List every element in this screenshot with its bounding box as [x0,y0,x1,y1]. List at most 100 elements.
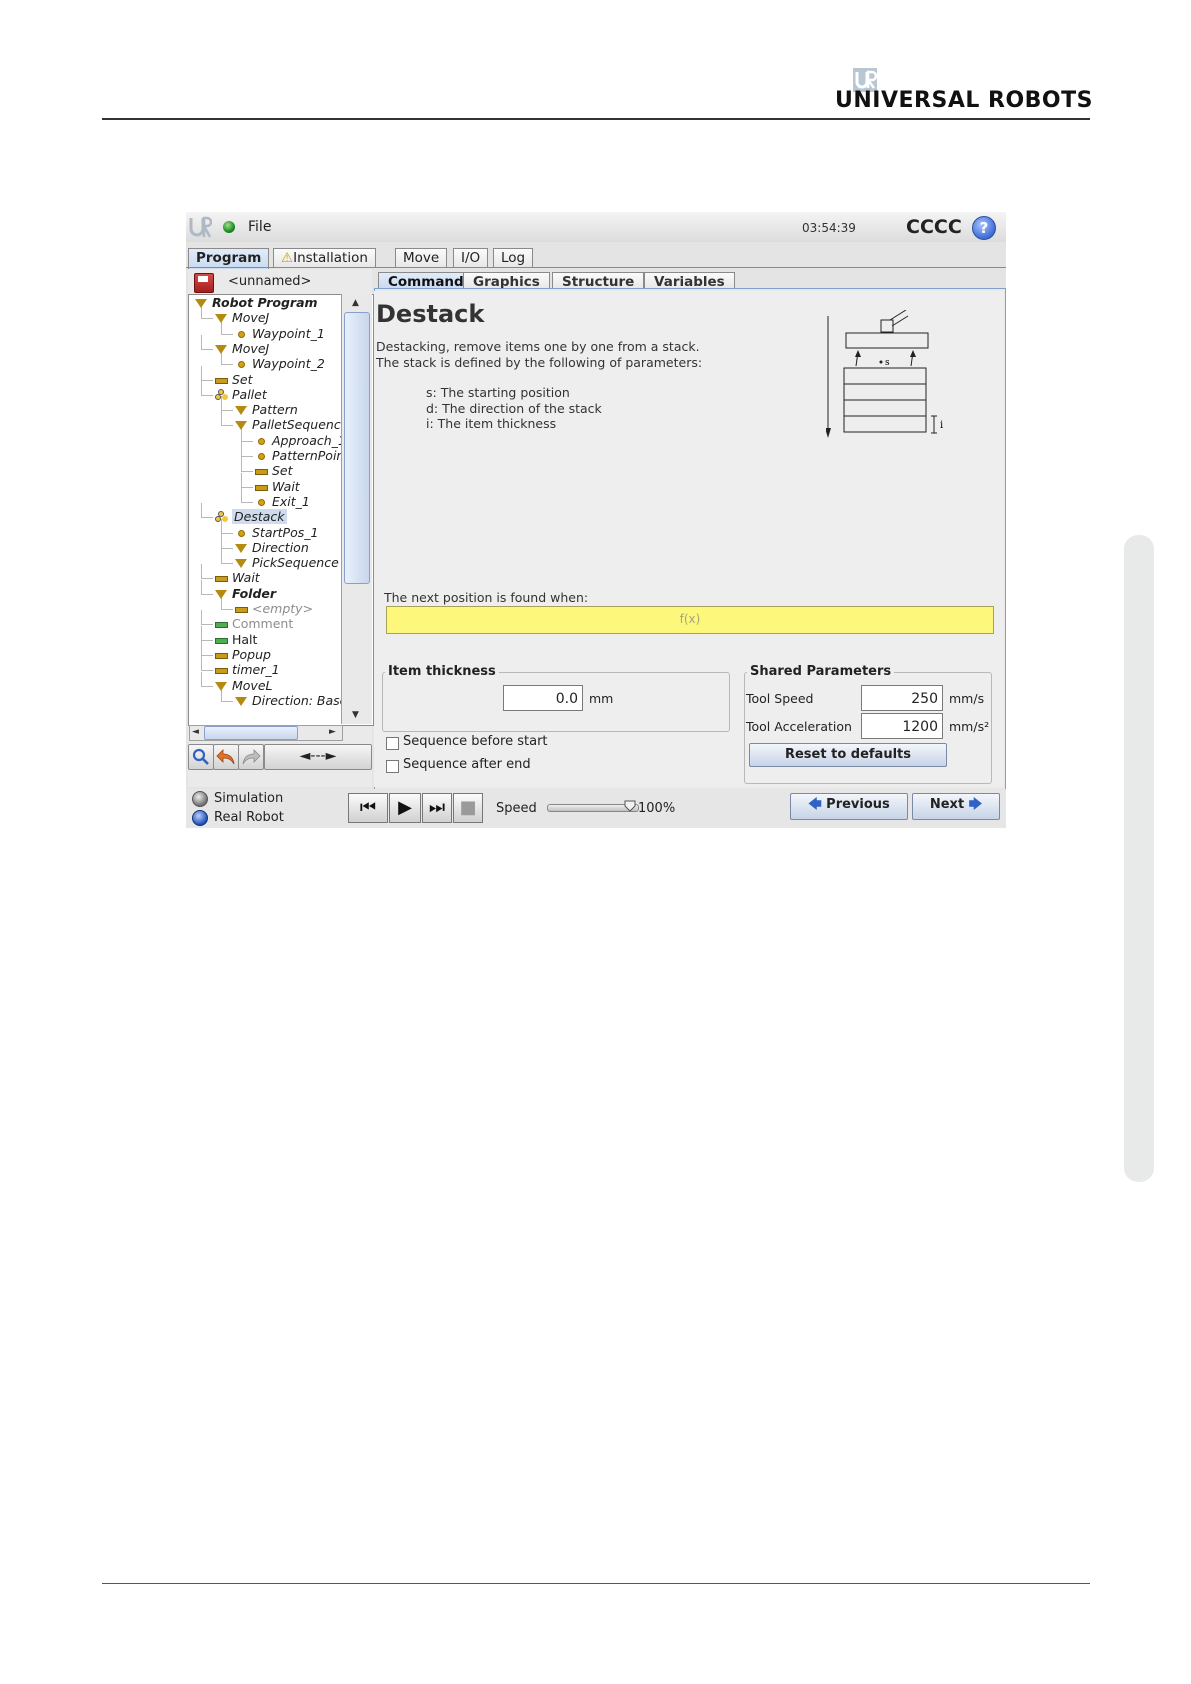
sequence-after-end-checkbox[interactable] [386,760,399,773]
header-rule [102,118,1090,120]
description-line: Destacking, remove items one by one from… [376,339,700,354]
tree-node[interactable]: Robot Program [195,295,318,310]
tree-connector [201,639,213,641]
tree-node[interactable]: Halt [215,632,257,647]
tree-connector [241,487,242,502]
tool-speed-label: Tool Speed [746,691,814,706]
skip-back-icon: ⏮ [359,797,377,818]
tree-node[interactable]: Wait [255,479,300,494]
tab-io[interactable]: I/O [453,248,489,268]
tree-node[interactable]: MoveJ [215,341,269,356]
tree-node-label: <empty> [252,601,314,616]
redo-button[interactable] [238,744,264,770]
tree-node[interactable]: Exit_1 [255,494,310,509]
move-node-button[interactable]: ◄---► [264,744,372,770]
step-button[interactable]: ⏭ [422,793,452,823]
tree-node[interactable]: Set [255,463,293,478]
tree-node[interactable]: MoveJ [215,310,269,325]
undo-icon [216,749,235,765]
tree-connector [221,425,233,427]
tool-speed-unit: mm/s [949,691,985,706]
real-robot-radio[interactable] [192,810,208,826]
scroll-down-icon[interactable]: ▼ [352,710,359,720]
tree-node-label: Destack [232,509,287,525]
scroll-left-icon[interactable]: ◄ [192,727,199,737]
help-button[interactable]: ? [972,216,996,240]
previous-button[interactable]: 🡄 Previous [790,793,908,820]
triangle-icon [235,406,247,416]
tree-node[interactable]: PalletSequenc [235,417,341,432]
rewind-button[interactable]: ⏮ [348,793,388,823]
tab-move[interactable]: Move [395,248,448,268]
side-tab [1124,535,1154,1182]
tree-node[interactable]: Wait [215,570,260,585]
tree-node-label: Wait [272,478,300,494]
file-menu[interactable]: File [248,219,271,235]
pallet-icon [215,511,227,523]
tree-hscroll-thumb[interactable] [204,726,298,740]
tree-node[interactable]: MoveL [215,678,273,693]
tree-node[interactable]: Direction [235,540,309,555]
tree-connector [201,670,213,672]
tree-connector [221,609,233,610]
speed-value: 100% [638,801,676,816]
i-label: i [940,420,943,431]
bar-icon [215,576,228,583]
speed-slider-handle[interactable] [624,800,636,812]
tree-node[interactable]: PatternPoint [255,448,349,463]
speed-label: Speed [496,801,537,816]
simulation-radio[interactable] [192,791,208,807]
tree-node[interactable]: Comment [215,616,293,631]
tab-label: I/O [461,250,481,266]
scroll-up-icon[interactable]: ▲ [352,298,359,308]
item-thickness-unit: mm [589,691,614,706]
save-icon[interactable] [194,273,214,293]
tab-installation[interactable]: ⚠Installation [273,248,376,268]
expression-field[interactable]: f(x) [386,606,994,634]
tree-connector [201,394,213,396]
tree-node[interactable]: Waypoint_2 [235,356,325,371]
tree-node[interactable]: StartPos_1 [235,525,318,540]
parameter-list: s: The starting position d: The directio… [426,385,602,432]
tool-acceleration-input[interactable]: 1200 [861,713,943,739]
waypoint-icon [258,453,265,460]
destack-diagram: s d i [826,310,943,438]
tree-node[interactable]: timer_1 [215,662,280,677]
bar-icon [215,652,228,659]
tree-node[interactable]: <empty> [235,601,313,616]
sequence-before-start-checkbox[interactable] [386,737,399,750]
tree-node[interactable]: Destack [215,509,287,525]
tool-acceleration-label: Tool Acceleration [746,719,852,734]
tree-node[interactable]: Folder [215,586,276,601]
tree-node[interactable]: PickSequence [235,555,339,570]
tree-node[interactable]: Direction: Base [235,693,347,708]
tree-connector [201,625,202,640]
tree-node[interactable]: Popup [215,647,271,662]
tab-program[interactable]: Program [188,248,270,269]
footer-rule [102,1583,1090,1584]
tree-connector [241,472,242,487]
tree-node[interactable]: Set [215,372,253,387]
tree-node-label: Pallet [232,386,267,402]
tree-connector [241,471,253,473]
tree-node[interactable]: Pattern [235,402,298,417]
next-button[interactable]: Next 🡆 [912,793,1000,820]
reset-to-defaults-button[interactable]: Reset to defaults [749,743,947,767]
tab-log[interactable]: Log [493,248,534,268]
tree-node[interactable]: Pallet [215,387,267,402]
scroll-right-icon[interactable]: ► [329,727,336,737]
tree-node-label: MoveL [232,677,273,693]
triangle-icon [235,559,247,569]
stop-button[interactable]: ■ [453,793,483,823]
bar-icon [235,607,248,613]
play-button[interactable]: ▶ [389,793,421,823]
tree-scroll-thumb[interactable] [344,312,370,584]
tree-node[interactable]: Waypoint_1 [235,326,325,341]
tree-connector [201,579,202,594]
search-button[interactable] [188,744,214,770]
undo-button[interactable] [213,744,239,770]
parameter-item: d: The direction of the stack [426,400,602,416]
item-thickness-input[interactable]: 0.0 [503,685,583,711]
tool-speed-input[interactable]: 250 [861,685,943,711]
tree-node[interactable]: Approach_1 [255,433,346,448]
